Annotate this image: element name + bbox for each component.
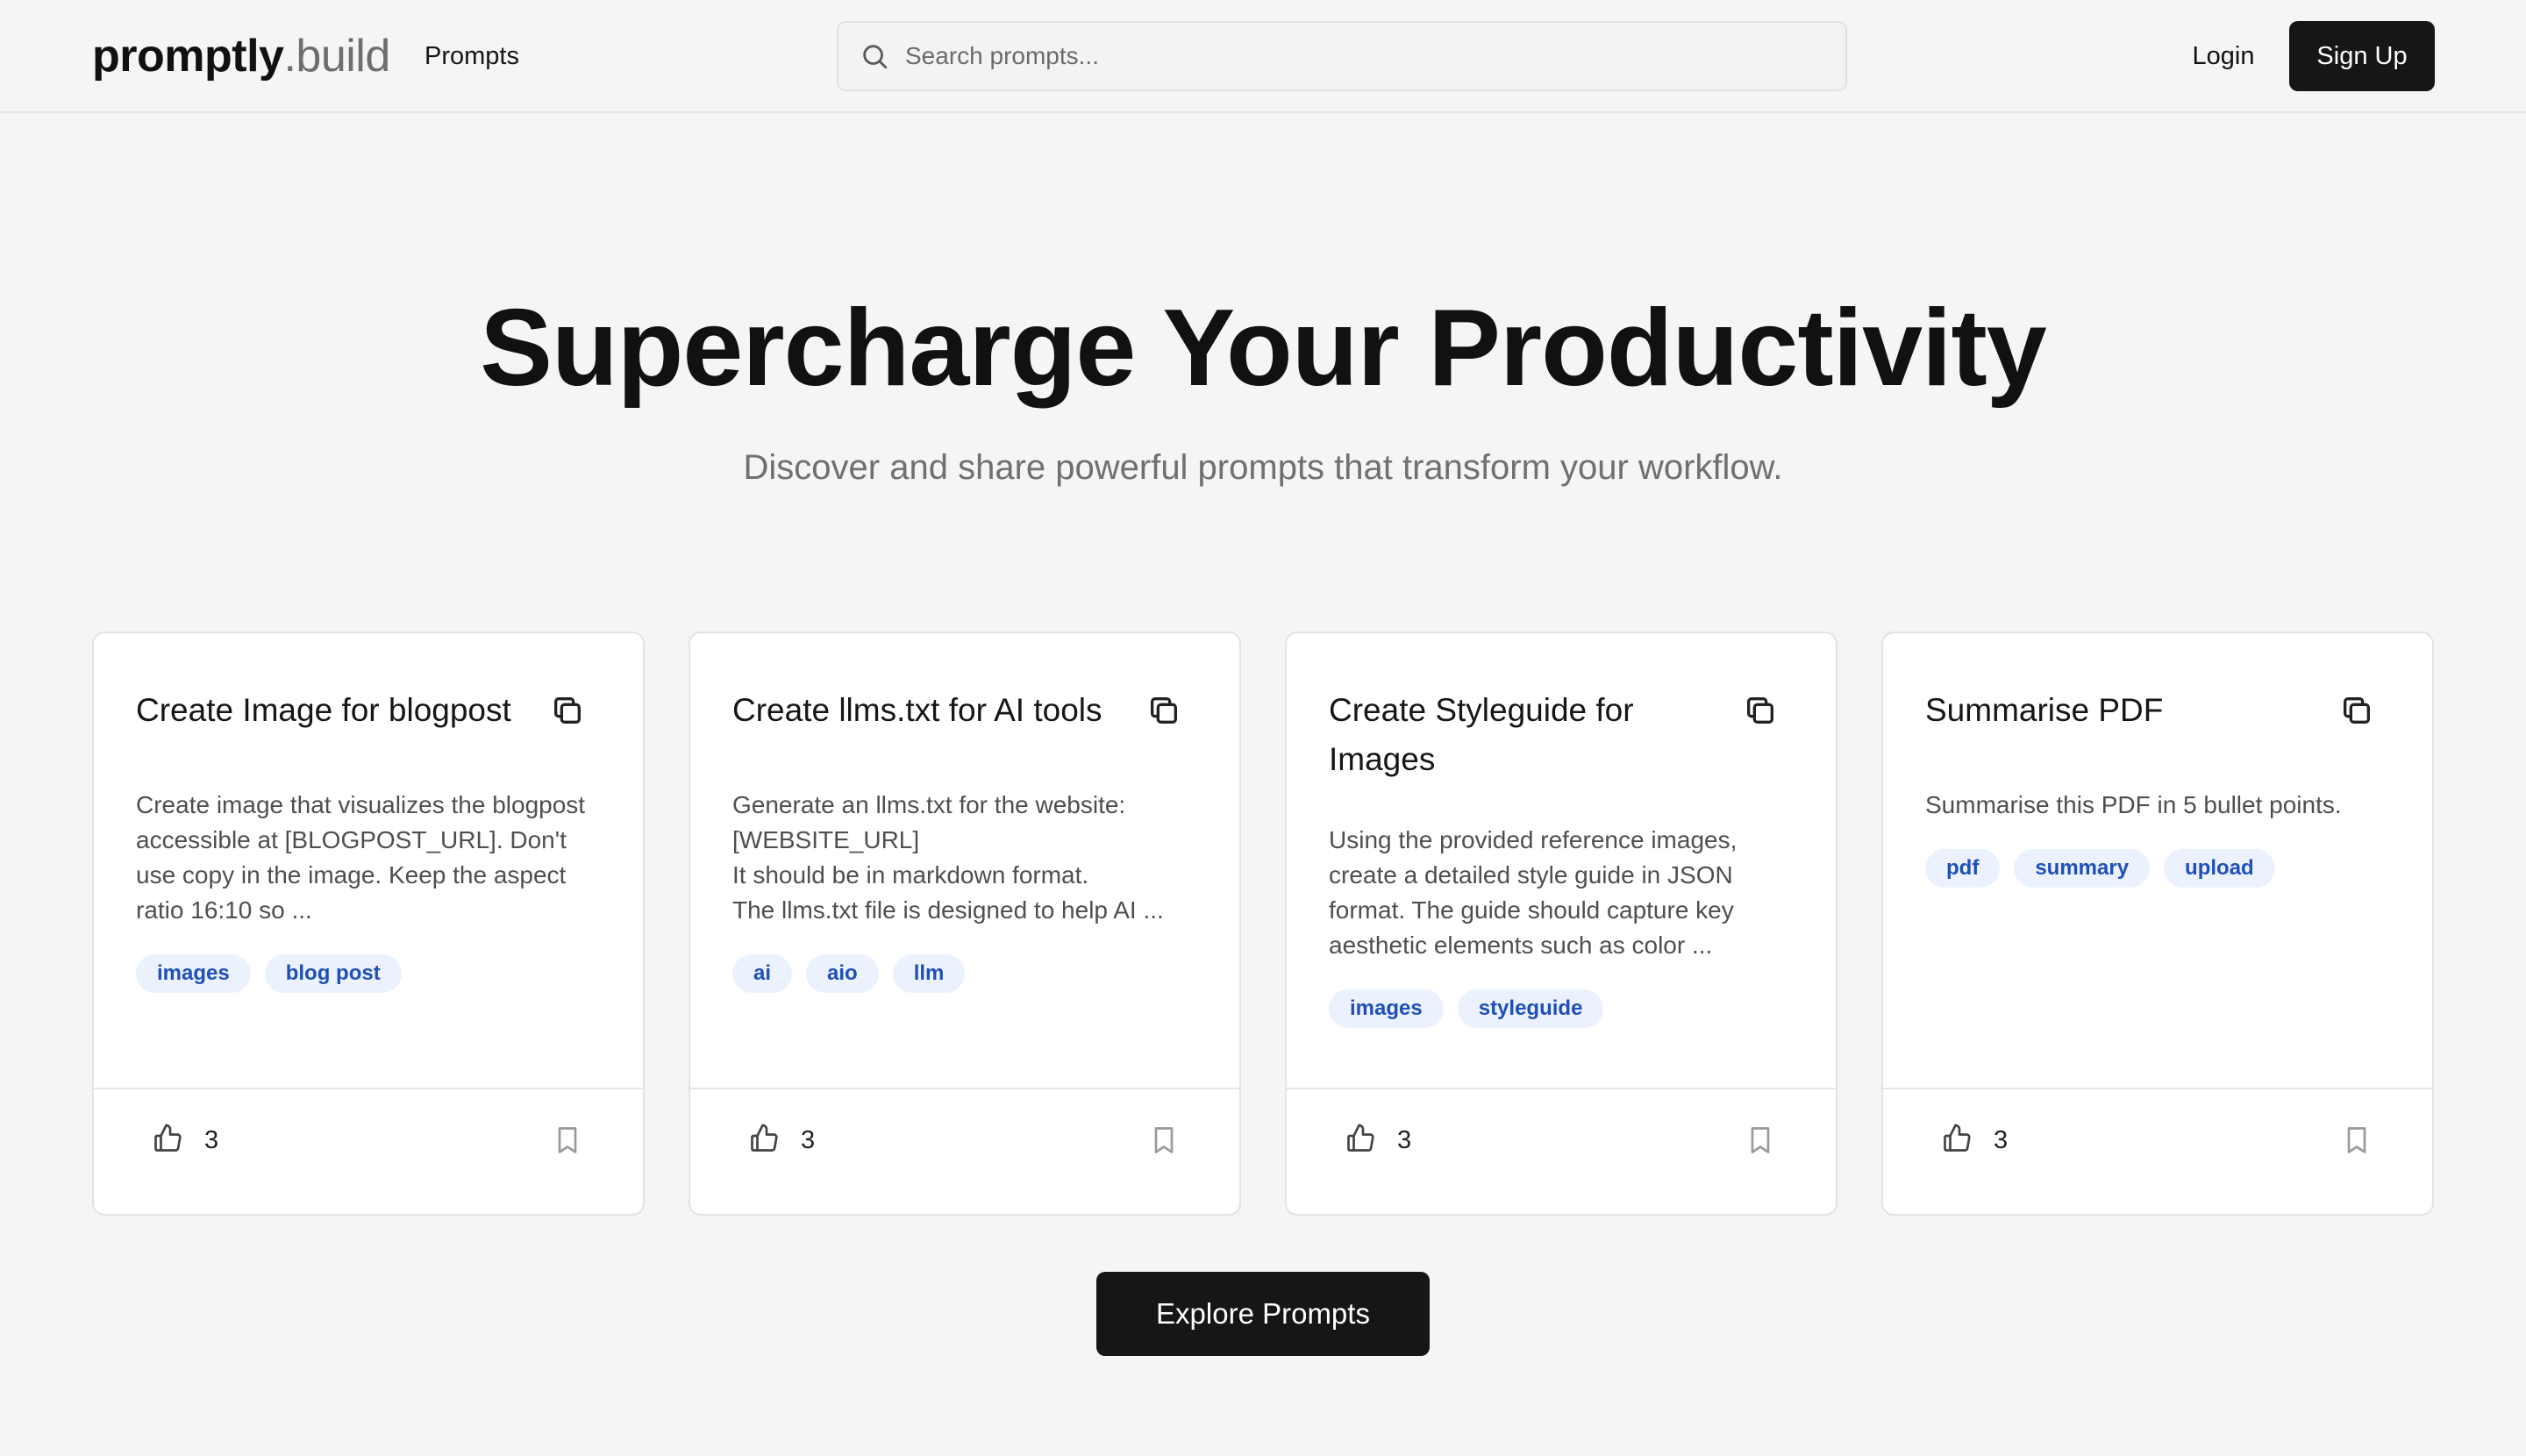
bookmark-icon [558, 1127, 577, 1153]
tag[interactable]: llm [892, 954, 966, 993]
bookmark-icon [2347, 1127, 2366, 1153]
tag-list: images blog post [136, 954, 402, 993]
like-count: 3 [801, 1126, 816, 1154]
prompt-title[interactable]: Create Styleguide for Images [1329, 686, 1715, 784]
copy-button[interactable] [550, 693, 585, 728]
tag[interactable]: ai [732, 954, 793, 993]
search-bar[interactable] [837, 21, 1847, 91]
copy-button[interactable] [2339, 693, 2374, 728]
logo[interactable]: promptly.build [92, 25, 390, 88]
card-footer: 3 [94, 1088, 643, 1214]
copy-button[interactable] [1146, 693, 1181, 728]
bookmark-button[interactable] [552, 1124, 583, 1156]
bookmark-icon [1154, 1127, 1174, 1153]
like-count: 3 [1397, 1126, 1412, 1154]
top-navbar: promptly.build Prompts Login Sign Up [0, 0, 2526, 113]
logo-name: promptly [92, 31, 284, 82]
tag[interactable]: summary [2014, 849, 2151, 888]
prompt-card[interactable]: Create Styleguide for Images Using the p… [1285, 632, 1837, 1216]
like-button[interactable] [748, 1123, 783, 1158]
like-button[interactable] [1941, 1123, 1976, 1158]
bookmark-button[interactable] [2341, 1124, 2373, 1156]
tag[interactable]: images [136, 954, 251, 993]
explore-prompts-button[interactable]: Explore Prompts [1096, 1272, 1430, 1356]
hero-subtitle: Discover and share powerful prompts that… [743, 448, 1783, 487]
thumbs-up-icon [154, 1124, 182, 1152]
prompt-description: Create image that visualizes the blogpos… [136, 791, 586, 924]
tag-list: images styleguide [1329, 989, 1604, 1028]
prompt-description: Using the provided reference images, cre… [1329, 826, 1738, 959]
copy-icon [1151, 697, 1177, 724]
tag-list: pdf summary upload [1925, 849, 2275, 888]
prompt-card[interactable]: Summarise PDF Summarise this PDF in 5 bu… [1881, 632, 2434, 1216]
copy-icon [554, 697, 581, 724]
tag[interactable]: pdf [1925, 849, 2001, 888]
tag[interactable]: styleguide [1457, 989, 1604, 1028]
like-count: 3 [204, 1126, 219, 1154]
like-button[interactable] [1345, 1123, 1380, 1158]
tag[interactable]: upload [2164, 849, 2275, 888]
copy-icon [2344, 697, 2370, 724]
search-icon [863, 45, 888, 69]
login-button[interactable]: Login [2175, 37, 2272, 75]
nav-link-prompts[interactable]: Prompts [425, 39, 519, 74]
prompt-card[interactable]: Create Image for blogpost Create image t… [92, 632, 645, 1216]
card-footer: 3 [1883, 1088, 2432, 1214]
tag[interactable]: images [1329, 989, 1444, 1028]
card-footer: 3 [690, 1088, 1239, 1214]
thumbs-up-icon [751, 1124, 778, 1152]
tag[interactable]: aio [806, 954, 879, 993]
bookmark-icon [1751, 1127, 1770, 1153]
bookmark-button[interactable] [1745, 1124, 1776, 1156]
thumbs-up-icon [1944, 1124, 1971, 1152]
signup-button[interactable]: Sign Up [2289, 21, 2435, 91]
bookmark-button[interactable] [1148, 1124, 1180, 1156]
prompt-title[interactable]: Create Image for blogpost [136, 686, 522, 735]
hero-title: Supercharge Your Productivity [480, 288, 2047, 409]
copy-icon [1747, 697, 1773, 724]
prompt-card[interactable]: Create llms.txt for AI tools Generate an… [689, 632, 1241, 1216]
search-input[interactable] [905, 30, 1782, 82]
thumbs-up-icon [1347, 1124, 1374, 1152]
logo-suffix: .build [283, 31, 390, 82]
prompt-description: Summarise this PDF in 5 bullet points. [1925, 791, 2342, 818]
prompt-title[interactable]: Create llms.txt for AI tools [732, 686, 1118, 735]
copy-button[interactable] [1743, 693, 1778, 728]
tag[interactable]: blog post [264, 954, 402, 993]
like-button[interactable] [152, 1123, 187, 1158]
tag-list: ai aio llm [732, 954, 966, 993]
card-footer: 3 [1287, 1088, 1836, 1214]
prompt-title[interactable]: Summarise PDF [1925, 686, 2311, 735]
prompt-description: Generate an llms.txt for the website: [W… [732, 791, 1164, 924]
like-count: 3 [1994, 1126, 2009, 1154]
